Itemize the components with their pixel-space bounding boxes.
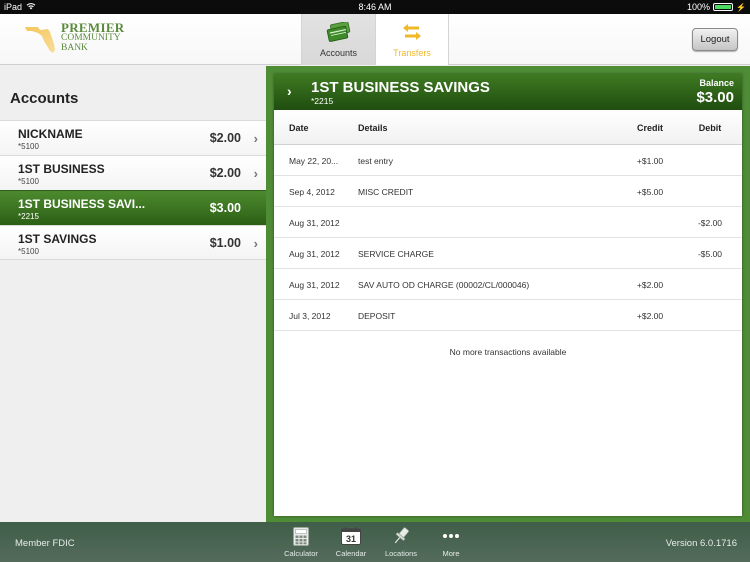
more-dots-icon xyxy=(443,534,459,538)
transaction-details: MISC CREDIT xyxy=(358,187,414,197)
accounts-title: Accounts xyxy=(10,90,79,107)
footer-tab-more-label: More xyxy=(442,549,460,558)
column-header-credit[interactable]: Credit xyxy=(630,123,670,133)
account-name: 1ST BUSINESS xyxy=(18,162,105,176)
account-name: 1ST SAVINGS xyxy=(18,232,97,246)
transaction-row[interactable]: Aug 31, 2012 -$2.00 xyxy=(274,207,742,238)
chevron-right-icon: › xyxy=(253,131,258,146)
account-detail-number: *2215 xyxy=(311,96,334,106)
footer-tab-calculator[interactable]: Calculator xyxy=(276,522,326,562)
logout-button[interactable]: Logout xyxy=(692,28,738,51)
transaction-details: test entry xyxy=(358,156,393,166)
pushpin-icon xyxy=(394,527,409,544)
transaction-credit: +$1.00 xyxy=(636,156,664,166)
chevron-right-icon: › xyxy=(253,236,258,251)
account-detail-header[interactable]: › 1ST BUSINESS SAVINGS *2215 Balance $3.… xyxy=(274,74,742,110)
column-header-date[interactable]: Date xyxy=(289,123,309,133)
charging-icon: ⚡ xyxy=(736,2,746,12)
account-detail-name: 1ST BUSINESS SAVINGS xyxy=(311,79,490,96)
main-nav: Accounts Transfers xyxy=(301,14,449,65)
footer-tab-more[interactable]: More xyxy=(426,522,476,562)
end-of-list-message: No more transactions available xyxy=(449,347,567,357)
account-name: NICKNAME xyxy=(18,127,83,141)
calendar-icon-day: 31 xyxy=(346,534,356,544)
transaction-details: DEPOSIT xyxy=(358,311,396,321)
transaction-row[interactable]: Aug 31, 2012 SAV AUTO OD CHARGE (00002/C… xyxy=(274,269,742,300)
footer-tab-calendar[interactable]: 31 Calendar xyxy=(326,522,376,562)
account-item-selected[interactable]: 1ST BUSINESS SAVI... *2215 $3.00 xyxy=(0,190,274,226)
transaction-row[interactable]: May 22, 20... test entry +$1.00 xyxy=(274,145,742,176)
account-name: 1ST BUSINESS SAVI... xyxy=(18,197,146,211)
battery-percent: 100% xyxy=(687,2,711,12)
balance-label: Balance xyxy=(699,78,734,88)
column-header-details[interactable]: Details xyxy=(358,123,388,133)
transaction-date: Aug 31, 2012 xyxy=(289,280,340,290)
account-detail-panel: › 1ST BUSINESS SAVINGS *2215 Balance $3.… xyxy=(274,74,742,516)
tab-transfers[interactable]: Transfers xyxy=(375,14,449,65)
transaction-row[interactable]: Sep 4, 2012 MISC CREDIT +$5.00 xyxy=(274,176,742,207)
footer-tab-calendar-label: Calendar xyxy=(335,549,367,558)
transfer-arrows-icon xyxy=(403,24,421,40)
transaction-date: Sep 4, 2012 xyxy=(289,187,335,197)
florida-state-icon xyxy=(25,27,55,53)
transaction-date: Aug 31, 2012 xyxy=(289,218,340,228)
transaction-date: May 22, 20... xyxy=(289,156,339,166)
calculator-icon xyxy=(293,526,309,546)
transaction-debit: -$2.00 xyxy=(697,218,723,228)
logo-line-2: COMMUNITY xyxy=(61,33,121,43)
transaction-row[interactable]: Jul 3, 2012 DEPOSIT +$2.00 xyxy=(274,300,742,331)
bank-logo: PREMIER COMMUNITY BANK xyxy=(24,20,134,58)
account-balance: $1.00 xyxy=(209,236,241,250)
screen: iPad 8:46 AM 100% ⚡ PREMIER COMMUNITY BA… xyxy=(0,0,750,562)
calendar-icon: 31 xyxy=(341,527,361,545)
account-number: *5100 xyxy=(18,177,39,186)
footer-tabs: Calculator 31 Calendar Locations More xyxy=(276,522,476,562)
tab-accounts-label: Accounts xyxy=(319,48,358,58)
transaction-details: SAV AUTO OD CHARGE (00002/CL/000046) xyxy=(358,280,530,290)
status-bar: iPad 8:46 AM 100% ⚡ xyxy=(0,0,750,14)
footer-bar: Member FDIC Calculator 31 Calendar Locat… xyxy=(0,522,750,562)
transaction-date: Aug 31, 2012 xyxy=(289,249,340,259)
tab-accounts[interactable]: Accounts xyxy=(301,14,375,65)
clock: 8:46 AM xyxy=(358,2,392,12)
app-version: Version 6.0.1716 xyxy=(665,538,737,549)
transaction-credit: +$2.00 xyxy=(636,311,664,321)
transactions-table-header: Date Details Credit Debit xyxy=(274,110,742,145)
chevron-right-icon: › xyxy=(253,166,258,181)
logo-line-3: BANK xyxy=(61,43,88,53)
account-balance: $2.00 xyxy=(209,166,241,180)
tab-transfers-label: Transfers xyxy=(393,48,431,58)
member-fdic-text: Member FDIC xyxy=(15,538,75,549)
account-number: *2215 xyxy=(18,212,39,221)
footer-tab-calculator-label: Calculator xyxy=(284,549,318,558)
account-balance: $2.00 xyxy=(209,131,241,145)
account-list: NICKNAME *5100 $2.00 › 1ST BUSINESS *510… xyxy=(0,120,274,260)
account-detail-frame: › 1ST BUSINESS SAVINGS *2215 Balance $3.… xyxy=(266,66,750,522)
app-header: PREMIER COMMUNITY BANK Accounts Transfer… xyxy=(0,14,750,65)
logo-line-1: PREMIER xyxy=(61,20,125,35)
chevron-right-icon[interactable]: › xyxy=(287,83,292,99)
balance-value: $3.00 xyxy=(696,89,734,106)
transaction-details: SERVICE CHARGE xyxy=(358,249,434,259)
account-item[interactable]: 1ST BUSINESS *5100 $2.00 › xyxy=(0,155,266,190)
transaction-debit: -$5.00 xyxy=(697,249,723,259)
credit-cards-icon xyxy=(326,22,350,42)
footer-tab-locations[interactable]: Locations xyxy=(376,522,426,562)
account-number: *5100 xyxy=(18,247,39,256)
column-header-debit[interactable]: Debit xyxy=(690,123,730,133)
transactions-list: May 22, 20... test entry +$1.00 Sep 4, 2… xyxy=(274,145,742,331)
footer-tab-locations-label: Locations xyxy=(384,549,418,558)
transaction-credit: +$2.00 xyxy=(636,280,664,290)
transaction-row[interactable]: Aug 31, 2012 SERVICE CHARGE -$5.00 xyxy=(274,238,742,269)
accounts-panel: Accounts NICKNAME *5100 $2.00 › 1ST BUSI… xyxy=(0,66,274,522)
battery-icon xyxy=(713,3,734,11)
account-item[interactable]: NICKNAME *5100 $2.00 › xyxy=(0,120,266,155)
account-balance: $3.00 xyxy=(209,201,241,215)
transaction-credit: +$5.00 xyxy=(636,187,664,197)
account-item[interactable]: 1ST SAVINGS *5100 $1.00 › xyxy=(0,225,266,260)
account-number: *5100 xyxy=(18,142,39,151)
transaction-date: Jul 3, 2012 xyxy=(289,311,331,321)
